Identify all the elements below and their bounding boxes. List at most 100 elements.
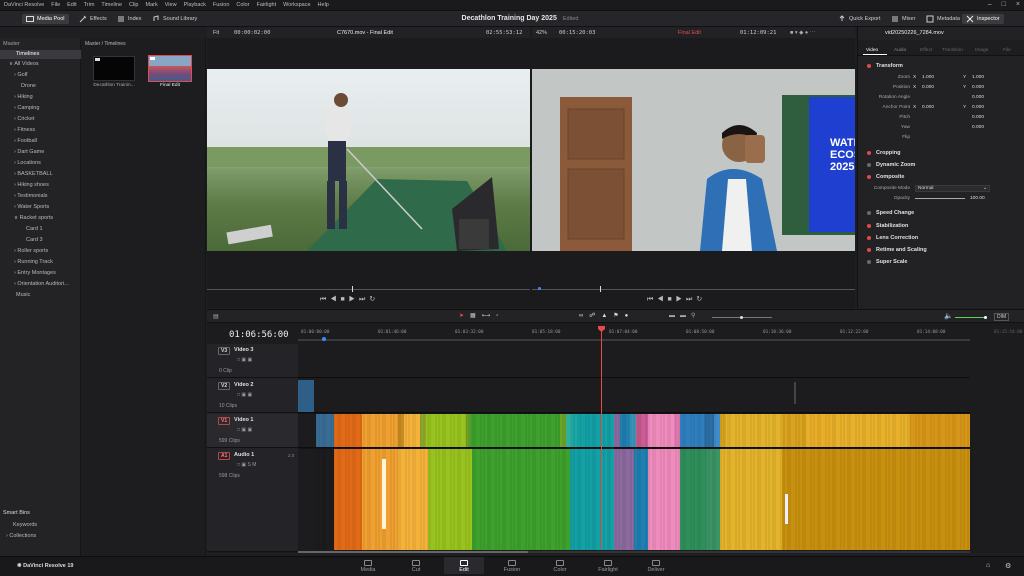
a1-clip-segment[interactable] — [428, 449, 472, 550]
source-transport-controls[interactable]: ⏮◀■▶⏭↻ — [320, 295, 379, 304]
bin-testimonials[interactable]: › Testimonials — [14, 193, 48, 199]
menu-edit[interactable]: Edit — [67, 2, 76, 8]
effects-button[interactable]: Effects — [75, 14, 111, 24]
menu-fairlight[interactable]: Fairlight — [257, 2, 277, 8]
bin-hiking[interactable]: › Hiking — [14, 94, 33, 100]
close-icon[interactable]: × — [1016, 1, 1020, 8]
v2-clip[interactable] — [298, 380, 314, 412]
master-bin-header[interactable]: Master — [3, 41, 20, 47]
position-x-field[interactable]: 0.000 — [922, 85, 934, 90]
source-zoom-select[interactable]: Fit — [213, 30, 219, 36]
a1-clip-segment[interactable] — [362, 449, 398, 550]
mixer-button[interactable]: Mixer — [887, 14, 919, 24]
pitch-field[interactable]: 0.000 — [972, 115, 984, 120]
menu-trim[interactable]: Trim — [84, 2, 95, 8]
section-stabilization[interactable]: Stabilization — [876, 223, 908, 229]
anchor-y-field[interactable]: 0.000 — [972, 105, 984, 110]
zoom-tools-icon[interactable]: ▬▬⚲ — [669, 312, 700, 319]
a1-clip-segment[interactable] — [570, 449, 614, 550]
v1-clip-segment[interactable] — [836, 414, 910, 447]
v1-clip-segment[interactable] — [680, 414, 704, 447]
v1-clip-segment[interactable] — [404, 414, 420, 447]
timeline-playhead-mini[interactable] — [600, 286, 601, 292]
composite-enable-icon[interactable] — [867, 175, 871, 179]
bin-entry-montages[interactable]: › Entry Montages — [14, 270, 56, 276]
composite-mode-select[interactable]: Normal ⌄ — [915, 185, 990, 192]
minimize-icon[interactable]: – — [988, 1, 992, 8]
opacity-field[interactable]: 100.00 — [970, 196, 985, 201]
quick-export-button[interactable]: Quick Export — [834, 14, 884, 24]
page-color[interactable]: Color — [540, 560, 580, 573]
timeline-zoom-slider[interactable] — [712, 316, 772, 319]
a1-clip-segment[interactable] — [782, 449, 970, 550]
rotation-field[interactable]: 0.000 — [972, 95, 984, 100]
source-clip-name[interactable]: C7670.mov - Final Edit — [337, 30, 393, 36]
timeline-transport-controls[interactable]: ⏮◀■▶⏭↻ — [647, 295, 706, 304]
bin-basketball[interactable]: › BASKETBALL — [14, 171, 53, 177]
a1-clip-segment[interactable] — [680, 449, 706, 550]
v1-clip-segment[interactable] — [466, 414, 470, 447]
sound-library-button[interactable]: Sound Library — [148, 14, 201, 24]
bin-card-3[interactable]: Card 3 — [26, 237, 43, 243]
v1-clip-segment[interactable] — [642, 414, 648, 447]
menu-playback[interactable]: Playback — [184, 2, 206, 8]
bin-camping[interactable]: › Camping — [14, 105, 39, 111]
source-scrub-bar[interactable] — [207, 285, 530, 293]
bin-timelines[interactable]: Timelines — [0, 50, 81, 59]
page-cut[interactable]: Cut — [396, 560, 436, 573]
track-header-v3[interactable]: V3 Video 3 □ ▣ ▣ 0 Clip — [207, 344, 298, 378]
speaker-icon[interactable]: 🔈 — [944, 312, 953, 320]
dim-button[interactable]: DIM — [994, 313, 1010, 321]
section-dynamic-zoom[interactable]: Dynamic Zoom — [876, 162, 915, 168]
track-header-v1[interactable]: V1 Video 1 □ ▣ ▣ 599 Clips — [207, 414, 298, 448]
menu-view[interactable]: View — [165, 2, 177, 8]
clip-thumbnail-final-edit[interactable] — [148, 55, 192, 82]
a1-clip-segment[interactable] — [472, 449, 570, 550]
bin-fitness[interactable]: › Fitness — [14, 127, 35, 133]
viewer-options-icon[interactable]: ■ ▾ ◆ ● ⋯ — [790, 30, 815, 36]
track-header-a1[interactable]: A1 Audio 1 2.0 □ ▣ S M 598 Clips — [207, 449, 298, 552]
bin-golf[interactable]: › Golf — [14, 72, 27, 78]
track-id-v1[interactable]: V1 — [218, 417, 231, 425]
timeline-zoom-select[interactable]: 42% — [536, 30, 547, 36]
timeline-video-frame[interactable]: WATEECOS2025 — [532, 69, 855, 251]
v1-clip-segment[interactable] — [470, 414, 560, 447]
bin-card-1[interactable]: Card 1 — [26, 226, 43, 232]
speed-change-enable-icon[interactable] — [867, 211, 871, 215]
section-composite[interactable]: Composite — [876, 174, 904, 180]
menu-fusion[interactable]: Fusion — [213, 2, 230, 8]
page-fusion[interactable]: Fusion — [492, 560, 532, 573]
bin-all-videos[interactable]: ∨ All Videos — [9, 61, 39, 67]
v1-clip-segment[interactable] — [572, 414, 580, 447]
retime-enable-icon[interactable] — [867, 248, 871, 252]
edit-tools-icon[interactable]: ➤▦⟷▫ — [459, 312, 504, 319]
bin-running-track[interactable]: › Running Track — [14, 259, 53, 265]
menu-help[interactable]: Help — [318, 2, 329, 8]
bin-cricket[interactable]: › Cricket — [14, 116, 35, 122]
tab-video[interactable]: Video — [866, 48, 878, 53]
menu-workspace[interactable]: Workspace — [283, 2, 310, 8]
timeline-horizontal-scrollbar[interactable] — [298, 551, 970, 553]
inspector-button[interactable]: Inspector — [962, 14, 1004, 24]
marker-in[interactable] — [322, 337, 326, 341]
track-separator[interactable] — [298, 412, 970, 414]
bin-dart-game[interactable]: › Dart Game — [14, 149, 44, 155]
v1-clip-segment[interactable] — [398, 414, 404, 447]
page-deliver[interactable]: Deliver — [636, 560, 676, 573]
transform-enable-icon[interactable] — [867, 64, 871, 68]
metadata-button[interactable]: Metadata — [922, 14, 964, 24]
tab-audio[interactable]: Audio — [894, 48, 906, 53]
bin-drone[interactable]: Drone — [21, 83, 36, 89]
dynamic-zoom-enable-icon[interactable] — [867, 163, 871, 167]
tab-effect[interactable]: Effect — [920, 48, 932, 53]
smart-bins-header[interactable]: Smart Bins — [3, 510, 30, 516]
bin-water-sports[interactable]: › Water Sports — [14, 204, 49, 210]
track-header-v2[interactable]: V2 Video 2 □ ▣ ▣ 10 Clips — [207, 379, 298, 413]
v1-clip-segment[interactable] — [782, 414, 806, 447]
maximize-icon[interactable]: □ — [1002, 1, 1006, 8]
zoom-x-field[interactable]: 1.000 — [922, 75, 934, 80]
yaw-field[interactable]: 0.000 — [972, 125, 984, 130]
settings-gear-icon[interactable]: ⚙ — [1005, 562, 1011, 570]
home-icon[interactable]: ⌂ — [986, 562, 990, 569]
timeline-timecode[interactable]: 01:06:56:00 — [229, 330, 289, 340]
